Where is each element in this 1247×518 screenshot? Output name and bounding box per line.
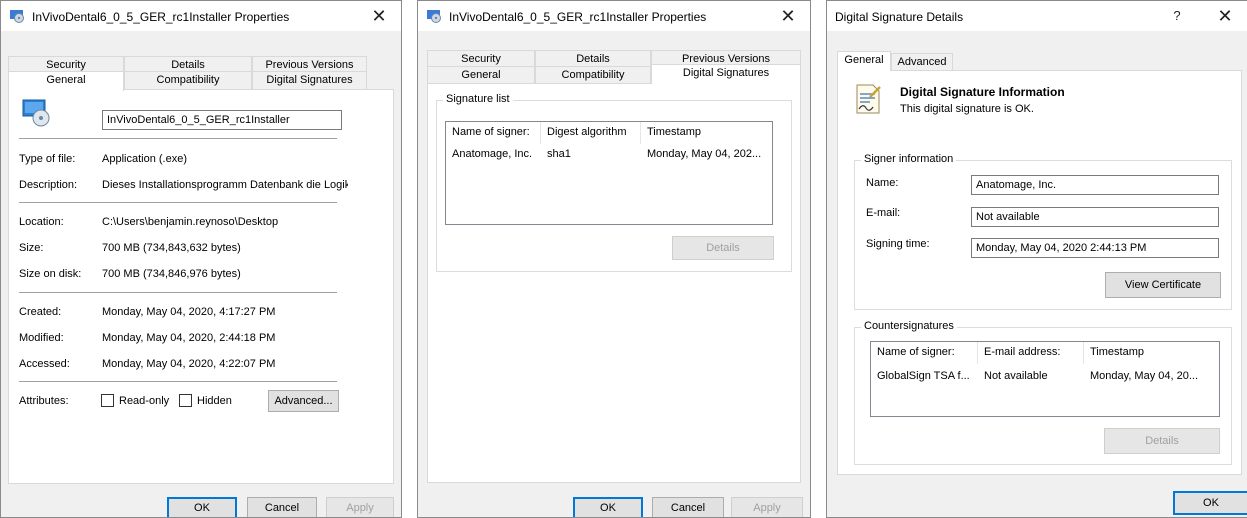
signature-document-icon <box>854 83 882 118</box>
signature-info-heading: Digital Signature Information <box>900 85 1065 99</box>
column-header-timestamp[interactable]: Timestamp <box>641 122 772 144</box>
size-value: 700 MB (734,843,632 bytes) <box>102 242 241 254</box>
size-label: Size: <box>19 242 44 254</box>
read-only-label[interactable]: Read-only <box>119 395 169 407</box>
signature-list-label: Signature list <box>443 93 513 105</box>
tab-digital-signatures[interactable]: Digital Signatures <box>651 64 801 84</box>
ok-button[interactable]: OK <box>167 497 237 517</box>
name-field[interactable]: Anatomage, Inc. <box>971 175 1219 195</box>
ok-button[interactable]: OK <box>1173 491 1247 515</box>
type-of-file-label: Type of file: <box>19 153 76 165</box>
accessed-value: Monday, May 04, 2020, 4:22:07 PM <box>102 358 276 370</box>
location-label: Location: <box>19 216 64 228</box>
description-value: Dieses Installationsprogramm Datenbank d… <box>102 179 348 191</box>
cancel-button[interactable]: Cancel <box>247 497 317 517</box>
column-header-digest-algorithm[interactable]: Digest algorithm <box>541 122 641 144</box>
read-only-checkbox[interactable] <box>101 394 114 407</box>
details-button[interactable]: Details <box>1104 428 1220 454</box>
divider <box>19 381 337 382</box>
general-tab-panel: Digital Signature Information This digit… <box>837 70 1242 475</box>
size-on-disk-label: Size on disk: <box>19 268 82 280</box>
name-label: Name: <box>866 177 899 189</box>
properties-window-general: InVivoDental6_0_5_GER_rc1Installer Prope… <box>0 0 402 518</box>
signature-status-text: This digital signature is OK. <box>900 103 1034 115</box>
window-title: Digital Signature Details <box>835 10 964 24</box>
details-button[interactable]: Details <box>672 236 774 260</box>
signature-list[interactable]: Name of signer: Digest algorithm Timesta… <box>445 121 773 225</box>
hidden-checkbox[interactable] <box>179 394 192 407</box>
divider <box>19 138 337 139</box>
timestamp-cell[interactable]: Monday, May 04, 202... <box>641 148 772 160</box>
divider <box>19 202 337 203</box>
help-icon[interactable]: ? <box>1165 1 1189 31</box>
close-icon[interactable]: ✕ <box>1203 1 1247 31</box>
view-certificate-button[interactable]: View Certificate <box>1105 272 1221 298</box>
divider <box>19 292 337 293</box>
digest-algorithm-cell[interactable]: sha1 <box>541 148 641 160</box>
close-icon[interactable]: ✕ <box>766 1 810 31</box>
digital-signatures-tab-panel: Signature list Name of signer: Digest al… <box>427 83 801 483</box>
location-value: C:\Users\benjamin.reynoso\Desktop <box>102 216 279 228</box>
email-label: E-mail: <box>866 207 901 219</box>
tab-digital-signatures[interactable]: Digital Signatures <box>252 71 367 89</box>
column-header-timestamp[interactable]: Timestamp <box>1084 342 1219 364</box>
tab-general[interactable]: General <box>427 66 535 84</box>
countersignatures-label: Countersignatures <box>861 320 957 332</box>
signer-information-label: Signer information <box>861 153 957 165</box>
column-header-name-of-signer[interactable]: Name of signer: <box>871 342 978 364</box>
window-title: InVivoDental6_0_5_GER_rc1Installer Prope… <box>449 10 707 24</box>
file-name-input[interactable]: InVivoDental6_0_5_GER_rc1Installer <box>102 110 342 130</box>
counter-email-cell[interactable]: Not available <box>978 370 1084 382</box>
created-value: Monday, May 04, 2020, 4:17:27 PM <box>102 306 276 318</box>
signing-time-label: Signing time: <box>866 238 930 250</box>
column-header-name-of-signer[interactable]: Name of signer: <box>446 122 541 144</box>
created-label: Created: <box>19 306 62 318</box>
title-bar[interactable]: InVivoDental6_0_5_GER_rc1Installer Prope… <box>1 1 401 31</box>
title-bar[interactable]: InVivoDental6_0_5_GER_rc1Installer Prope… <box>418 1 810 31</box>
title-bar[interactable]: Digital Signature Details ? ✕ <box>827 1 1247 31</box>
digital-signature-details-window: Digital Signature Details ? ✕ General Ad… <box>826 0 1247 518</box>
counter-timestamp-cell[interactable]: Monday, May 04, 20... <box>1084 370 1219 382</box>
tab-general[interactable]: General <box>837 51 891 71</box>
apply-button[interactable]: Apply <box>326 497 394 517</box>
countersignatures-list[interactable]: Name of signer: E-mail address: Timestam… <box>870 341 1220 417</box>
tab-advanced[interactable]: Advanced <box>891 53 953 71</box>
size-on-disk-value: 700 MB (734,846,976 bytes) <box>102 268 241 280</box>
file-type-icon <box>21 98 51 131</box>
window-title: InVivoDental6_0_5_GER_rc1Installer Prope… <box>32 10 290 24</box>
signer-name-cell[interactable]: Anatomage, Inc. <box>446 148 541 160</box>
installer-app-icon <box>9 9 25 23</box>
tab-compatibility[interactable]: Compatibility <box>124 71 252 89</box>
installer-app-icon <box>426 9 442 23</box>
tab-general[interactable]: General <box>8 71 124 91</box>
general-tab-panel: InVivoDental6_0_5_GER_rc1Installer Type … <box>8 89 394 484</box>
tab-compatibility[interactable]: Compatibility <box>535 66 651 84</box>
cancel-button[interactable]: Cancel <box>652 497 724 517</box>
properties-window-digital-signatures: InVivoDental6_0_5_GER_rc1Installer Prope… <box>417 0 811 518</box>
apply-button[interactable]: Apply <box>731 497 803 517</box>
column-header-email-address[interactable]: E-mail address: <box>978 342 1084 364</box>
accessed-label: Accessed: <box>19 358 70 370</box>
modified-value: Monday, May 04, 2020, 2:44:18 PM <box>102 332 276 344</box>
counter-signer-name-cell[interactable]: GlobalSign TSA f... <box>871 370 978 382</box>
signing-time-field[interactable]: Monday, May 04, 2020 2:44:13 PM <box>971 238 1219 258</box>
close-icon[interactable]: ✕ <box>357 1 401 31</box>
hidden-label[interactable]: Hidden <box>197 395 232 407</box>
advanced-button[interactable]: Advanced... <box>268 390 339 412</box>
description-label: Description: <box>19 179 78 191</box>
ok-button[interactable]: OK <box>573 497 643 517</box>
attributes-label: Attributes: <box>19 395 69 407</box>
email-field[interactable]: Not available <box>971 207 1219 227</box>
type-of-file-value: Application (.exe) <box>102 153 187 165</box>
modified-label: Modified: <box>19 332 64 344</box>
